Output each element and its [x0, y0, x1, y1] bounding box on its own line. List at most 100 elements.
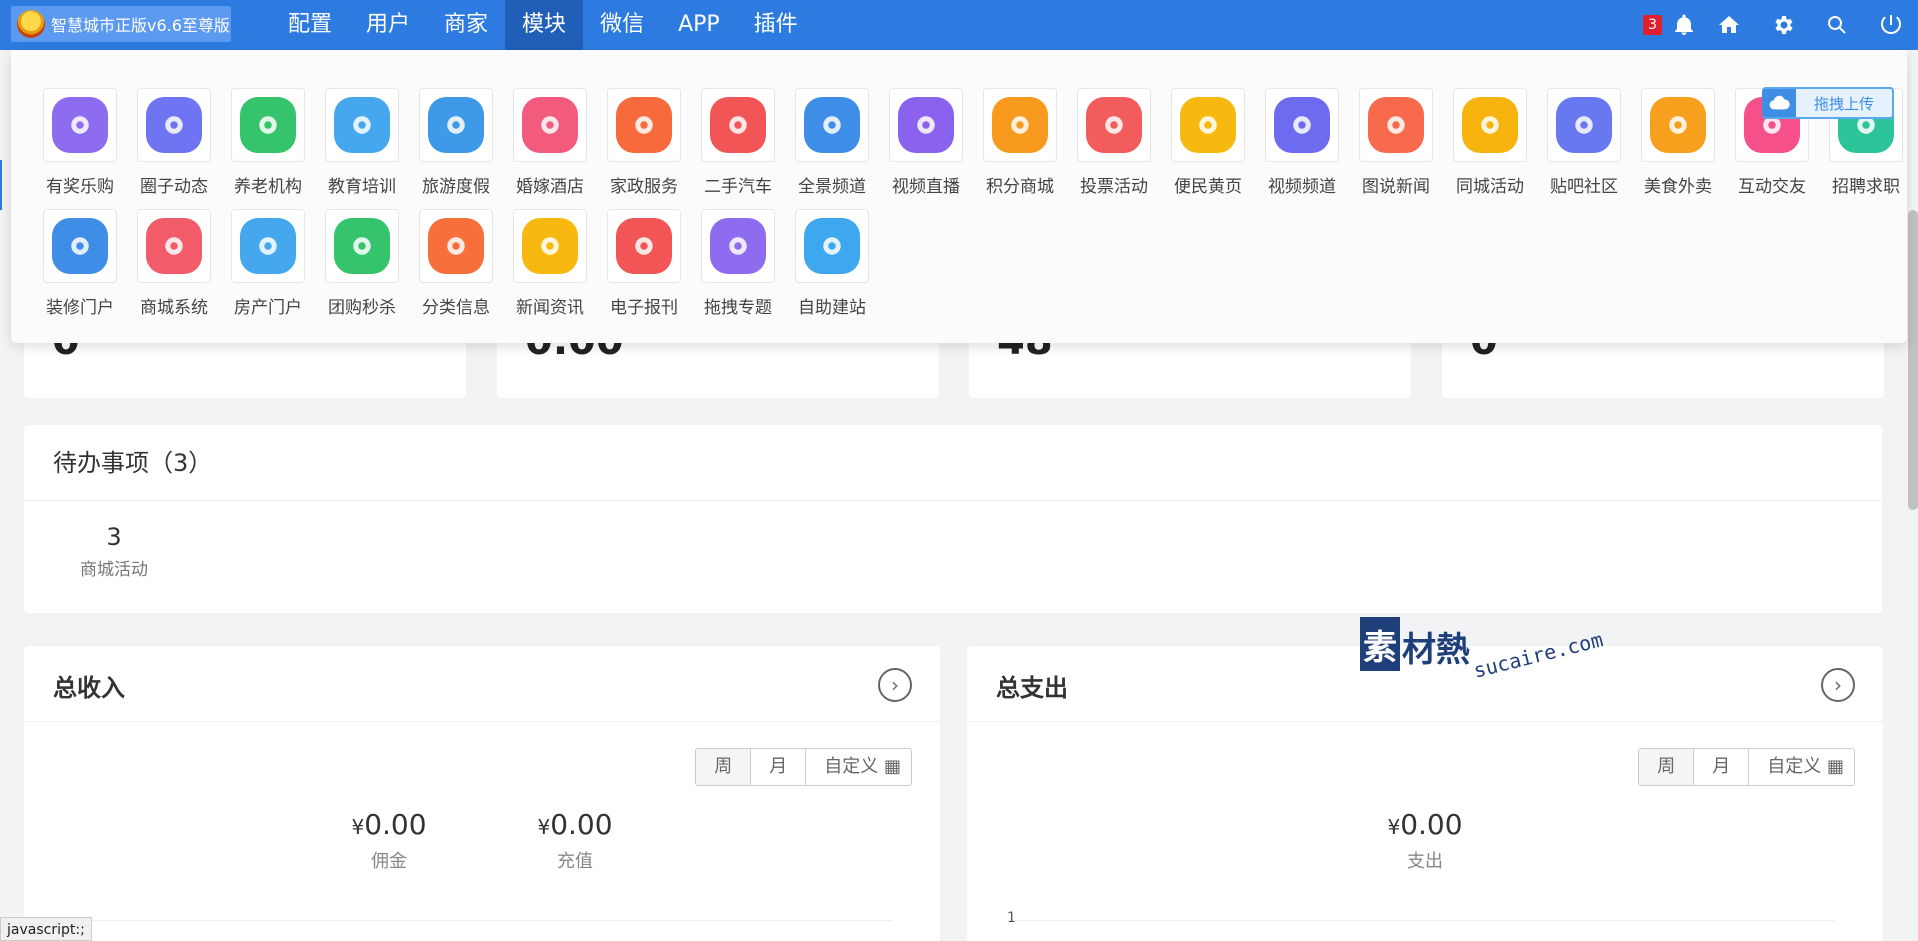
module-tile — [607, 88, 681, 162]
range-month-button[interactable]: 月 — [1693, 749, 1749, 785]
income-title: 总收入 — [53, 674, 125, 702]
nav-users[interactable]: 用户 — [349, 0, 427, 50]
module-item[interactable]: 房产门户 — [221, 209, 315, 330]
module-item[interactable]: 家政服务 — [597, 88, 691, 209]
range-week-button[interactable]: 周 — [1639, 749, 1694, 785]
expense-more-button[interactable]: › — [1821, 668, 1855, 702]
chart-gridline — [72, 920, 892, 921]
module-item[interactable]: 同城活动 — [1443, 88, 1537, 209]
module-item[interactable]: 旅游度假 — [409, 88, 503, 209]
chevron-right-icon: › — [891, 673, 899, 697]
module-label: 视频直播 — [892, 177, 960, 197]
module-icon — [992, 97, 1048, 153]
module-item[interactable]: 商城系统 — [127, 209, 221, 330]
range-custom-label: 自定义 — [824, 756, 879, 777]
module-label: 积分商城 — [986, 177, 1054, 197]
module-icon — [710, 97, 766, 153]
module-label: 自助建站 — [798, 298, 866, 318]
expense-range-toggle: 周 月 自定义 ▦ — [1638, 748, 1855, 786]
todo-count: 3 — [106, 523, 122, 551]
gear-icon — [1775, 16, 1793, 34]
module-item[interactable]: 有奖乐购 — [33, 88, 127, 209]
module-item[interactable]: 分类信息 — [409, 209, 503, 330]
module-icon — [710, 218, 766, 274]
module-label: 家政服务 — [610, 177, 678, 197]
module-label: 图说新闻 — [1362, 177, 1430, 197]
module-item[interactable]: 视频直播 — [879, 88, 973, 209]
module-tile — [1265, 88, 1339, 162]
home-button[interactable] — [1702, 0, 1756, 50]
module-item[interactable]: 婚嫁酒店 — [503, 88, 597, 209]
module-tile — [325, 88, 399, 162]
range-month-button[interactable]: 月 — [750, 749, 806, 785]
module-item[interactable]: 图说新闻 — [1349, 88, 1443, 209]
module-item[interactable]: 圈子动态 — [127, 88, 221, 209]
brand[interactable]: 智慧城市正版v6.6至尊版 — [11, 6, 231, 42]
module-tile — [419, 88, 493, 162]
settings-button[interactable] — [1756, 0, 1810, 50]
chevron-right-icon: › — [1834, 673, 1842, 697]
search-icon — [1828, 16, 1846, 34]
notification-button[interactable] — [1666, 0, 1702, 50]
nav-config[interactable]: 配置 — [271, 0, 349, 50]
todo-item[interactable]: 3 商城活动 — [74, 523, 154, 580]
todo-title: 待办事项（3） — [24, 425, 1882, 501]
module-icon — [804, 218, 860, 274]
income-recharge: ¥0.00 充值 — [500, 808, 650, 873]
module-item[interactable]: 二手汽车 — [691, 88, 785, 209]
module-item[interactable]: 装修门户 — [33, 209, 127, 330]
range-custom-label: 自定义 — [1767, 756, 1822, 777]
range-custom-button[interactable]: 自定义 ▦ — [1748, 749, 1854, 785]
income-more-button[interactable]: › — [878, 668, 912, 702]
income-commission: ¥0.00 佣金 — [314, 808, 464, 873]
module-label: 旅游度假 — [422, 177, 490, 197]
module-label: 贴吧社区 — [1550, 177, 1618, 197]
module-item[interactable]: 拖拽专题 — [691, 209, 785, 330]
module-tile — [43, 88, 117, 162]
nav-plugins[interactable]: 插件 — [737, 0, 815, 50]
income-panel: 总收入 › 周 月 自定义 ▦ ¥0.00 佣金 ¥0.00 充值 — [24, 646, 940, 941]
notification-badge[interactable]: 3 — [1643, 15, 1662, 35]
drag-upload-button[interactable]: 拖拽上传 — [1762, 87, 1894, 119]
module-icon — [240, 218, 296, 274]
module-item[interactable]: 视频频道 — [1255, 88, 1349, 209]
module-item[interactable]: 积分商城 — [973, 88, 1067, 209]
module-item[interactable]: 自助建站 — [785, 209, 879, 330]
calendar-icon: ▦ — [883, 756, 901, 777]
module-icon — [240, 97, 296, 153]
currency-symbol: ¥ — [351, 815, 365, 839]
module-label: 拖拽专题 — [704, 298, 772, 318]
nav-modules[interactable]: 模块 — [505, 0, 584, 50]
module-item[interactable]: 贴吧社区 — [1537, 88, 1631, 209]
module-icon — [804, 97, 860, 153]
module-item[interactable]: 便民黄页 — [1161, 88, 1255, 209]
nav-app[interactable]: APP — [661, 0, 737, 50]
module-item[interactable]: 教育培训 — [315, 88, 409, 209]
module-label: 团购秒杀 — [328, 298, 396, 318]
range-custom-button[interactable]: 自定义 ▦ — [805, 749, 911, 785]
module-label: 教育培训 — [328, 177, 396, 197]
module-item[interactable]: 新闻资讯 — [503, 209, 597, 330]
calendar-icon: ▦ — [1826, 756, 1844, 777]
search-button[interactable] — [1810, 0, 1864, 50]
watermark-box: 素 — [1360, 617, 1400, 671]
module-item[interactable]: 电子报刊 — [597, 209, 691, 330]
modules-dropdown: 有奖乐购 圈子动态 养老机构 教育培训 旅游度假 婚嫁酒店 家政服务 二手汽车 全景频道 视频直播… — [11, 50, 1907, 343]
nav-wechat[interactable]: 微信 — [583, 0, 661, 50]
logout-button[interactable] — [1864, 0, 1918, 50]
module-item[interactable]: 全景频道 — [785, 88, 879, 209]
main-nav: 配置 用户 商家 模块 微信 APP 插件 — [271, 0, 815, 50]
module-label: 圈子动态 — [140, 177, 208, 197]
module-item[interactable]: 团购秒杀 — [315, 209, 409, 330]
module-icon — [616, 218, 672, 274]
module-label: 分类信息 — [422, 298, 490, 318]
module-icon — [1368, 97, 1424, 153]
range-week-button[interactable]: 周 — [696, 749, 751, 785]
module-item[interactable]: 养老机构 — [221, 88, 315, 209]
module-item[interactable]: 美食外卖 — [1631, 88, 1725, 209]
todo-panel: 待办事项（3） 3 商城活动 — [24, 425, 1882, 613]
module-label: 便民黄页 — [1174, 177, 1242, 197]
nav-merchants[interactable]: 商家 — [427, 0, 505, 50]
module-label: 养老机构 — [234, 177, 302, 197]
module-item[interactable]: 投票活动 — [1067, 88, 1161, 209]
